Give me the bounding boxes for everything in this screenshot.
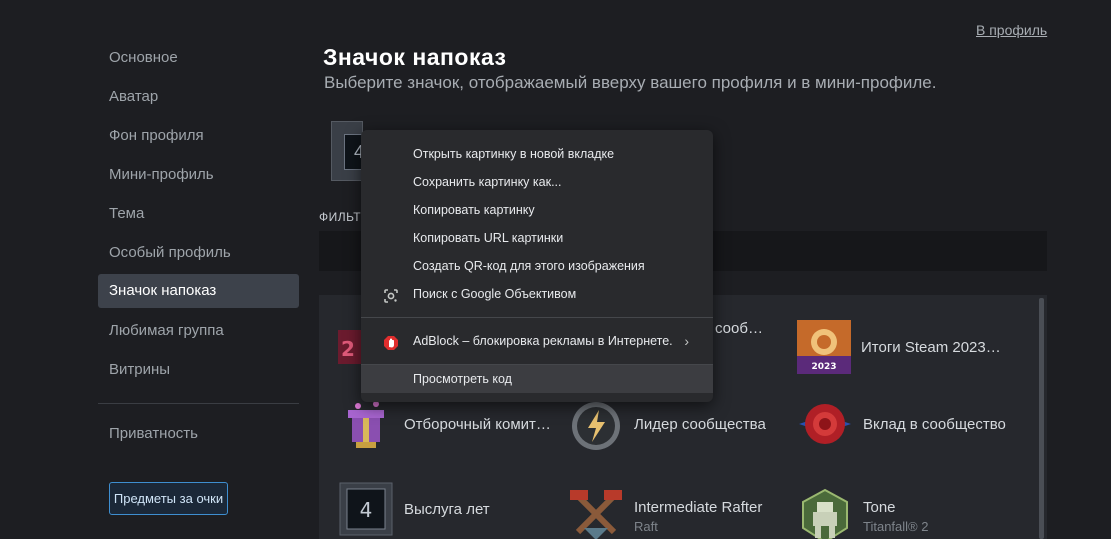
red-seal-icon xyxy=(797,396,853,452)
badge-name: Tone xyxy=(863,498,896,516)
svg-text:2: 2 xyxy=(341,337,355,361)
sidebar-item-background[interactable]: Фон профиля xyxy=(98,116,299,155)
badge-item[interactable]: Intermediate Rafter Raft xyxy=(568,488,762,539)
chevron-right-icon: › xyxy=(684,333,689,349)
badge-name: Лидер сообщества xyxy=(634,415,766,433)
sidebar-item-showcases[interactable]: Витрины xyxy=(98,350,299,389)
adblock-icon xyxy=(383,333,399,350)
menu-create-qr-code[interactable]: Создать QR-код для этого изображения xyxy=(361,252,713,280)
sidebar-item-favorite-group[interactable]: Любимая группа xyxy=(98,311,299,350)
page-title: Значок напоказ xyxy=(323,44,507,70)
menu-copy-image-url[interactable]: Копировать URL картинки xyxy=(361,224,713,252)
current-badge[interactable]: 4 xyxy=(331,121,374,181)
menu-item-label: Поиск с Google Объективом xyxy=(413,287,577,301)
context-menu: Открыть картинку в новой вкладке Сохрани… xyxy=(361,130,713,402)
profile-link[interactable]: В профиль xyxy=(976,22,1047,38)
sidebar-item-featured-badge[interactable]: Значок напоказ xyxy=(98,274,299,308)
sidebar-item-theme[interactable]: Тема xyxy=(98,194,299,233)
badge-game: Raft xyxy=(634,518,658,534)
sidebar-item-mini-profile[interactable]: Мини-профиль xyxy=(98,155,299,194)
lightning-medal-icon xyxy=(568,396,624,452)
badge-item[interactable]: 2023 Итоги Steam 2023… xyxy=(797,320,1001,374)
svg-text:2023: 2023 xyxy=(811,362,836,372)
google-lens-icon xyxy=(383,286,399,303)
menu-copy-image[interactable]: Копировать картинку xyxy=(361,196,713,224)
sidebar-item-privacy[interactable]: Приватность xyxy=(98,414,299,453)
points-shop-button[interactable]: Предметы за очки xyxy=(109,482,228,515)
sidebar: Основное Аватар Фон профиля Мини-профиль… xyxy=(98,38,299,453)
gift-box-icon xyxy=(338,396,394,452)
sidebar-item-general[interactable]: Основное xyxy=(98,38,299,77)
crossed-hammers-icon xyxy=(568,488,624,539)
menu-open-image-new-tab[interactable]: Открыть картинку в новой вкладке xyxy=(361,140,713,168)
badge-name: Выслуга лет xyxy=(404,500,490,518)
badge-item[interactable]: Отборочный комит… xyxy=(338,396,551,452)
years-of-service-icon: 4 xyxy=(338,481,394,537)
filter-label: ФИЛЬТ xyxy=(319,210,362,224)
menu-save-image-as[interactable]: Сохранить картинку как... xyxy=(361,168,713,196)
sidebar-item-special-profile[interactable]: Особый профиль xyxy=(98,233,299,272)
svg-text:4: 4 xyxy=(360,498,373,522)
sidebar-item-avatar[interactable]: Аватар xyxy=(98,77,299,116)
badge-name: Отборочный комит… xyxy=(404,415,551,433)
scrollbar[interactable] xyxy=(1039,298,1044,539)
badge-name: Intermediate Rafter xyxy=(634,498,763,516)
menu-item-label: AdBlock – блокировка рекламы в Интернете… xyxy=(413,334,673,348)
badge-game: Titanfall® 2 xyxy=(863,518,929,534)
menu-inspect[interactable]: Просмотреть код xyxy=(361,365,713,393)
badge-item[interactable]: Tone Titanfall® 2 xyxy=(797,488,928,539)
menu-google-lens-search[interactable]: Поиск с Google Объективом xyxy=(361,280,713,308)
badge-name: Итоги Steam 2023… xyxy=(861,338,1001,356)
steam-2023-icon: 2023 xyxy=(797,320,851,374)
menu-separator xyxy=(361,317,713,318)
badge-item[interactable]: Лидер сообщества xyxy=(568,396,766,452)
titan-robot-icon xyxy=(797,488,853,539)
badge-item[interactable]: Вклад в сообщество xyxy=(797,396,1006,452)
badge-name: Вклад в сообщество xyxy=(863,415,1006,433)
badge-item[interactable]: 4 Выслуга лет xyxy=(338,481,490,537)
page-subtitle: Выберите значок, отображаемый вверху ваш… xyxy=(324,73,937,92)
sidebar-divider xyxy=(98,403,299,404)
menu-adblock[interactable]: AdBlock – блокировка рекламы в Интернете… xyxy=(361,327,713,355)
